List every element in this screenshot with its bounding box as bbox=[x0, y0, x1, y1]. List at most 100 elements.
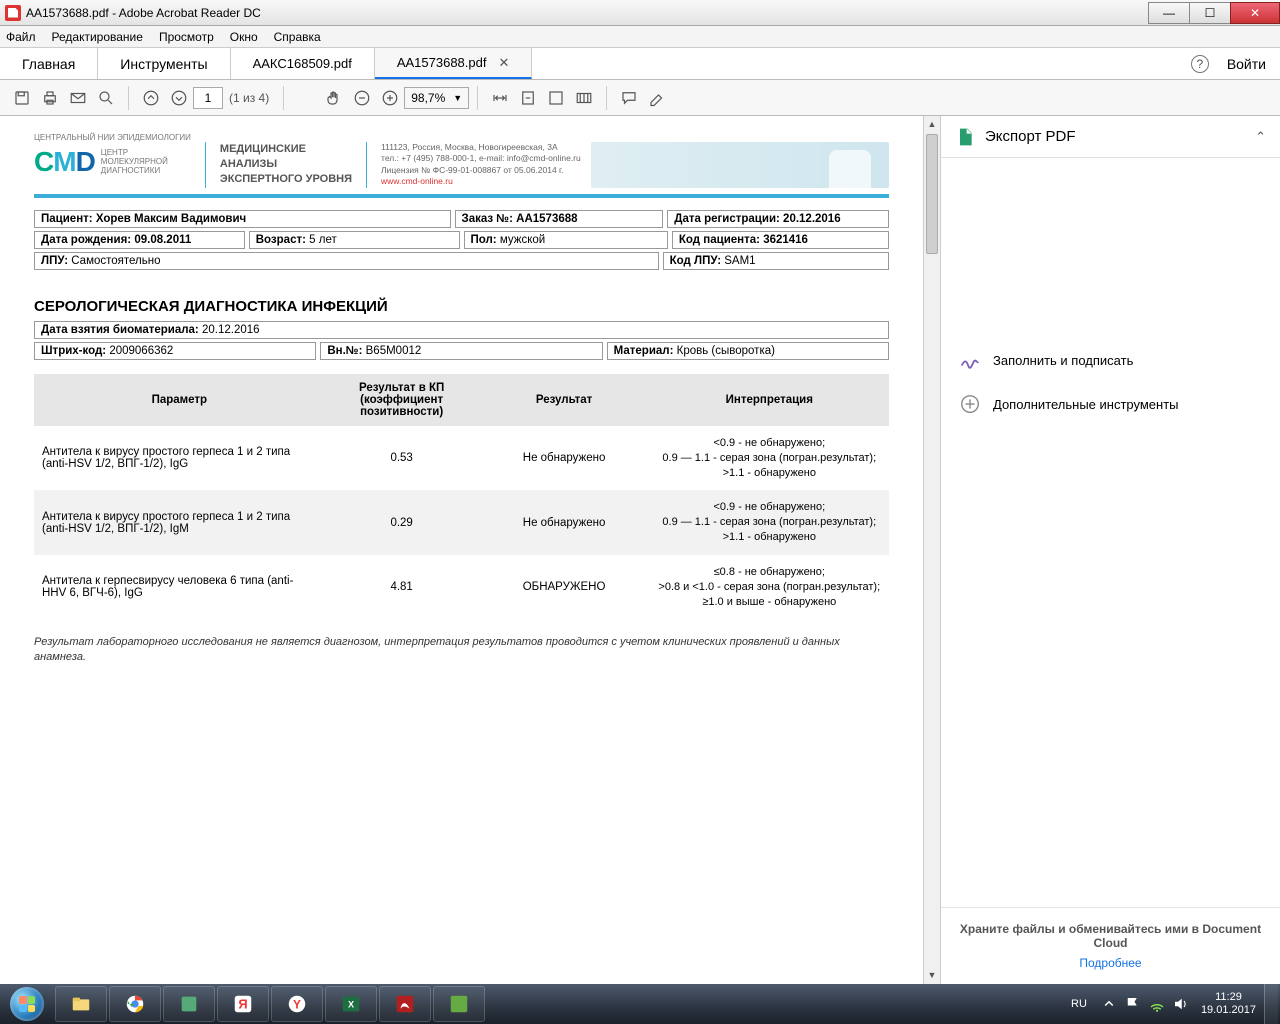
system-tray: RU 11:29 19.01.2017 bbox=[1071, 984, 1280, 1024]
tab-home[interactable]: Главная bbox=[0, 48, 98, 79]
tab-tools-label: Инструменты bbox=[120, 56, 207, 72]
page-up-icon[interactable] bbox=[137, 84, 165, 112]
taskbar-yandex-icon[interactable]: Я bbox=[217, 986, 269, 1022]
page-number-input[interactable] bbox=[193, 87, 223, 109]
vn-cell: Вн.№: B65M0012 bbox=[320, 342, 602, 360]
taskbar-excel-icon[interactable]: X bbox=[325, 986, 377, 1022]
svg-text:X: X bbox=[348, 1000, 355, 1010]
window-title: AA1573688.pdf - Adobe Acrobat Reader DC bbox=[26, 6, 1149, 20]
table-row: Антитела к вирусу простого герпеса 1 и 2… bbox=[34, 490, 889, 555]
language-indicator[interactable]: RU bbox=[1071, 998, 1087, 1010]
results-table: Параметр Результат в КП (коэффициент поз… bbox=[34, 374, 889, 620]
pdf-page: Центральный НИИ Эпидемиологии CMD ЦЕНТР … bbox=[0, 116, 923, 984]
menu-view[interactable]: Просмотр bbox=[159, 30, 214, 44]
section-title: СЕРОЛОГИЧЕСКАЯ ДИАГНОСТИКА ИНФЕКЦИЙ bbox=[34, 298, 889, 315]
taskbar-app-icon[interactable] bbox=[163, 986, 215, 1022]
menu-window[interactable]: Окно bbox=[230, 30, 258, 44]
close-button[interactable]: ✕ bbox=[1230, 2, 1280, 24]
learn-more-link[interactable]: Подробнее bbox=[955, 956, 1266, 970]
maximize-button[interactable]: ☐ bbox=[1189, 2, 1231, 24]
menu-file[interactable]: Файл bbox=[6, 30, 36, 44]
more-tools[interactable]: Дополнительные инструменты bbox=[941, 382, 1280, 426]
document-viewport[interactable]: Центральный НИИ Эпидемиологии CMD ЦЕНТР … bbox=[0, 116, 923, 984]
minimize-button[interactable]: — bbox=[1148, 2, 1190, 24]
zoom-value: 98,7% bbox=[411, 91, 445, 105]
tab-document-2-label: AA1573688.pdf bbox=[397, 55, 487, 70]
zoom-select[interactable]: 98,7% ▼ bbox=[404, 87, 469, 109]
tab-home-label: Главная bbox=[22, 56, 75, 72]
regdate-cell: Дата регистрации: 20.12.2016 bbox=[667, 210, 889, 228]
letterhead-tagline: МЕДИЦИНСКИЕ АНАЛИЗЫ ЭКСПЕРТНОГО УРОВНЯ bbox=[205, 142, 352, 188]
help-icon[interactable]: ? bbox=[1191, 55, 1209, 73]
patient-cell: Пациент: Хорев Максим Вадимович bbox=[34, 210, 451, 228]
tab-document-2[interactable]: AA1573688.pdf ✕ bbox=[375, 48, 533, 79]
vertical-scrollbar[interactable]: ▲ ▼ bbox=[923, 116, 940, 984]
tray-volume-icon[interactable] bbox=[1172, 995, 1190, 1013]
letterhead-photo bbox=[591, 142, 889, 188]
print-icon[interactable] bbox=[36, 84, 64, 112]
export-pdf-icon bbox=[955, 127, 975, 147]
app-icon bbox=[5, 5, 21, 21]
tray-chevron-icon[interactable] bbox=[1100, 995, 1118, 1013]
menu-help[interactable]: Справка bbox=[274, 30, 321, 44]
taskbar: Я Y X RU 11:29 19.01.2017 bbox=[0, 984, 1280, 1024]
lpucode-cell: Код ЛПУ: SAM1 bbox=[663, 252, 889, 270]
scroll-down-icon[interactable]: ▼ bbox=[924, 967, 940, 984]
taskbar-browser-icon[interactable]: Y bbox=[271, 986, 323, 1022]
pointer-icon[interactable] bbox=[292, 84, 320, 112]
start-button[interactable] bbox=[0, 984, 54, 1024]
hand-icon[interactable] bbox=[320, 84, 348, 112]
page-down-icon[interactable] bbox=[165, 84, 193, 112]
order-cell: Заказ №: AA1573688 bbox=[455, 210, 664, 228]
export-pdf-header[interactable]: Экспорт PDF ⌃ bbox=[941, 116, 1280, 158]
search-icon[interactable] bbox=[92, 84, 120, 112]
dob-cell: Дата рождения: 09.08.2011 bbox=[34, 231, 245, 249]
footnote: Результат лабораторного исследования не … bbox=[34, 635, 889, 665]
letterhead: Центральный НИИ Эпидемиологии CMD ЦЕНТР … bbox=[34, 142, 889, 198]
highlight-icon[interactable] bbox=[643, 84, 671, 112]
taskbar-explorer-icon[interactable] bbox=[55, 986, 107, 1022]
panel-footer: Храните файлы и обменивайтесь ими в Docu… bbox=[941, 907, 1280, 984]
lpu-cell: ЛПУ: Самостоятельно bbox=[34, 252, 659, 270]
plus-circle-icon bbox=[959, 393, 981, 415]
tab-close-icon[interactable]: ✕ bbox=[498, 55, 509, 71]
taskbar-acrobat-icon[interactable] bbox=[379, 986, 431, 1022]
menu-bar: Файл Редактирование Просмотр Окно Справк… bbox=[0, 26, 1280, 48]
zoom-out-icon[interactable] bbox=[348, 84, 376, 112]
tray-clock[interactable]: 11:29 19.01.2017 bbox=[1201, 991, 1256, 1016]
th-result: Результат bbox=[479, 374, 650, 426]
cmd-logo: CMD bbox=[34, 146, 95, 178]
tray-flag-icon[interactable] bbox=[1124, 995, 1142, 1013]
chevron-down-icon: ▼ bbox=[453, 93, 462, 103]
sex-cell: Пол: мужской bbox=[464, 231, 668, 249]
window-titlebar: AA1573688.pdf - Adobe Acrobat Reader DC … bbox=[0, 0, 1280, 26]
comment-icon[interactable] bbox=[615, 84, 643, 112]
fit-width-icon[interactable] bbox=[486, 84, 514, 112]
read-mode-icon[interactable] bbox=[570, 84, 598, 112]
fullscreen-icon[interactable] bbox=[542, 84, 570, 112]
sign-icon bbox=[959, 349, 981, 371]
taskbar-chrome-icon[interactable] bbox=[109, 986, 161, 1022]
tab-document-1[interactable]: ААКС168509.pdf bbox=[231, 48, 375, 79]
sampledate-cell: Дата взятия биоматериала: 20.12.2016 bbox=[34, 321, 889, 339]
toolbar: (1 из 4) 98,7%▼ bbox=[0, 80, 1280, 116]
table-row: Антитела к вирусу простого герпеса 1 и 2… bbox=[34, 426, 889, 491]
material-cell: Материал: Кровь (сыворотка) bbox=[607, 342, 889, 360]
tab-tools[interactable]: Инструменты bbox=[98, 48, 230, 79]
menu-edit[interactable]: Редактирование bbox=[52, 30, 143, 44]
fill-sign-tool[interactable]: Заполнить и подписать bbox=[941, 338, 1280, 382]
org-topline: Центральный НИИ Эпидемиологии bbox=[34, 133, 191, 142]
tools-panel: Экспорт PDF ⌃ Заполнить и подписать Допо… bbox=[940, 116, 1280, 984]
show-desktop-button[interactable] bbox=[1264, 984, 1278, 1024]
scroll-thumb[interactable] bbox=[926, 134, 938, 254]
scroll-up-icon[interactable]: ▲ bbox=[924, 116, 940, 133]
zoom-in-icon[interactable] bbox=[376, 84, 404, 112]
email-icon[interactable] bbox=[64, 84, 92, 112]
login-button[interactable]: Войти bbox=[1227, 56, 1266, 72]
th-kp: Результат в КП (коэффициент позитивности… bbox=[325, 374, 479, 426]
svg-text:Я: Я bbox=[238, 997, 247, 1012]
fit-page-icon[interactable] bbox=[514, 84, 542, 112]
save-icon[interactable] bbox=[8, 84, 36, 112]
taskbar-app2-icon[interactable] bbox=[433, 986, 485, 1022]
tray-network-icon[interactable] bbox=[1148, 995, 1166, 1013]
